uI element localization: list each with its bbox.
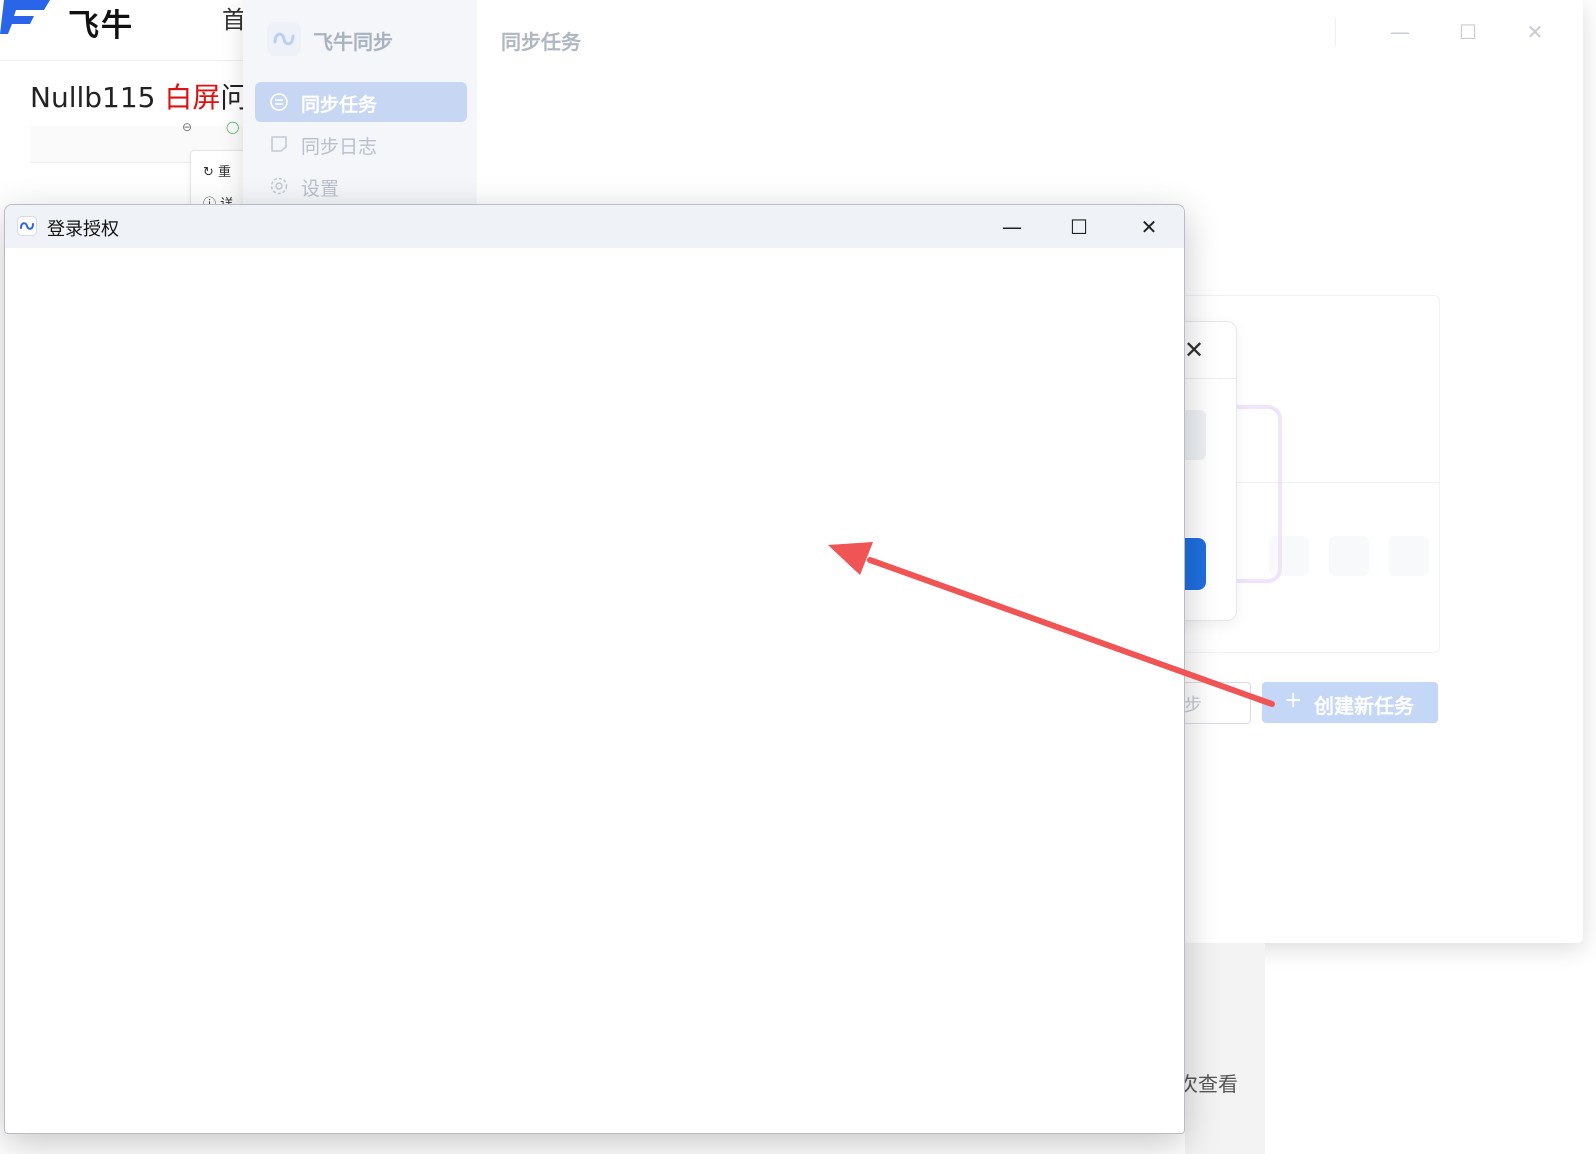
divider — [0, 60, 250, 61]
sync-app-logo-icon — [267, 22, 301, 56]
placeholder-tile — [1329, 536, 1369, 576]
login-window-title: 登录授权 — [47, 219, 119, 240]
dialog-close-icon[interactable]: ✕ — [1184, 336, 1204, 364]
sync-app-icon — [17, 216, 37, 236]
post-title-prefix: Nullb115 — [30, 81, 165, 114]
site-logo-text: 飞牛 — [68, 8, 134, 44]
power-icon[interactable]: ◯ — [226, 120, 239, 134]
maximize-icon: ☐ — [1459, 20, 1477, 44]
refresh-icon: ↻ — [203, 165, 214, 180]
login-close-button[interactable]: ✕ — [1122, 209, 1176, 245]
background-panel — [1185, 943, 1265, 1154]
sync-sidebar: 飞牛同步 同步任务 同步日志 设置 — [243, 0, 477, 210]
sync-app-name: 飞牛同步 — [313, 30, 393, 54]
create-task-label: 创建新任务 — [1314, 694, 1414, 718]
view-link-text[interactable]: 次查看 — [1178, 1068, 1238, 1097]
close-icon: ✕ — [1526, 20, 1544, 44]
minimize-icon: — — [1002, 215, 1022, 239]
plus-icon: + — [1284, 688, 1303, 713]
sidebar-item-settings[interactable]: 设置 — [255, 166, 467, 206]
secondary-sync-label: 步 — [1184, 695, 1202, 716]
sidebar-item-label: 同步任务 — [301, 94, 378, 116]
login-maximize-button[interactable]: ☐ — [1052, 209, 1106, 245]
post-title-highlight: 白屏 — [164, 81, 221, 114]
gear-icon — [270, 177, 288, 195]
maximize-icon: ☐ — [1070, 215, 1088, 239]
page-title: 同步任务 — [501, 30, 581, 54]
titlebar-separator — [1335, 18, 1336, 46]
login-minimize-button[interactable]: — — [985, 209, 1039, 245]
feiniu-logo-icon — [0, 0, 50, 34]
background-forum-page: 飞牛 首 Nullb115 白屏问 ⊖ ◯ ↻ 重 ⓘ 详 — [0, 0, 260, 230]
sidebar-item-label: 同步日志 — [301, 136, 378, 158]
sync-circle-icon — [270, 93, 288, 111]
placeholder-tile — [1389, 536, 1429, 576]
maximize-button[interactable]: ☐ — [1454, 18, 1482, 46]
minimize-button[interactable]: — — [1386, 18, 1414, 46]
login-content-blank — [5, 248, 1184, 1133]
sidebar-item-label: 设置 — [301, 178, 340, 200]
close-icon: ✕ — [1140, 215, 1158, 239]
sidebar-item-sync-tasks[interactable]: 同步任务 — [255, 82, 467, 122]
minimize-icon: — — [1390, 20, 1410, 44]
menu-item-refresh[interactable]: ↻ 重 — [203, 161, 231, 180]
login-titlebar[interactable]: 登录授权 — ☐ ✕ — [5, 205, 1184, 248]
post-title: Nullb115 白屏问 — [30, 76, 248, 116]
create-task-button[interactable]: + 创建新任务 — [1262, 682, 1438, 723]
sidebar-item-sync-log[interactable]: 同步日志 — [255, 124, 467, 164]
login-auth-window: 登录授权 — ☐ ✕ — [4, 204, 1185, 1134]
close-button[interactable]: ✕ — [1521, 18, 1549, 46]
log-page-icon — [271, 136, 287, 152]
link-icon[interactable]: ⊖ — [182, 120, 192, 134]
